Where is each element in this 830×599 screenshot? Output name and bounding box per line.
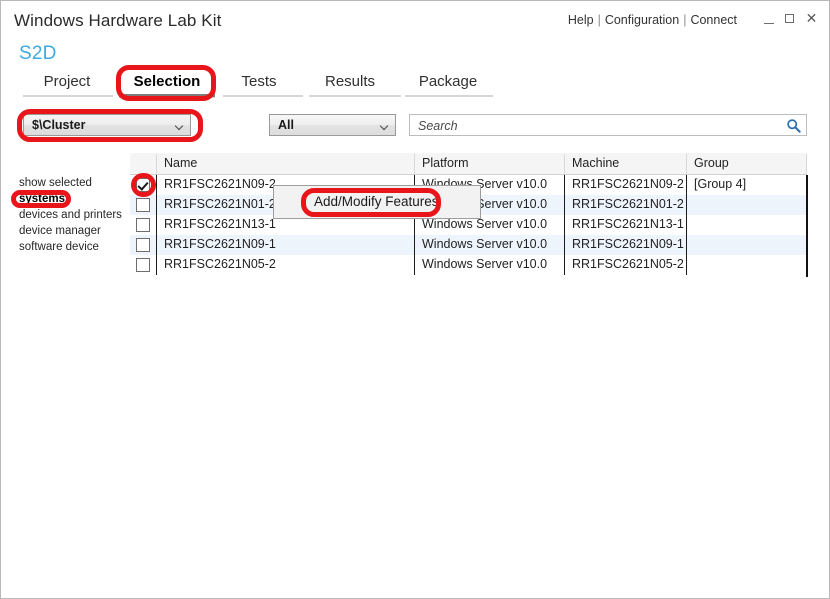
cluster-select[interactable]: $\Cluster (23, 114, 191, 136)
maximize-icon[interactable] (783, 12, 798, 26)
sidebar-item-device-manager[interactable]: device manager (1, 223, 129, 239)
configuration-link[interactable]: Configuration (605, 13, 679, 27)
tab-tests[interactable]: Tests (227, 73, 291, 90)
nav-separator-1: | (594, 13, 605, 27)
cell-name: RR1FSC2621N09-1 (157, 235, 415, 255)
chevron-down-icon (381, 123, 388, 127)
application-window: Windows Hardware Lab Kit Help|Configurat… (0, 0, 830, 599)
search-icon[interactable] (786, 118, 801, 133)
header-divider-3 (564, 154, 565, 174)
header-divider-2 (414, 154, 415, 174)
table-row[interactable]: RR1FSC2621N05-2 Windows Server v10.0 RR1… (130, 255, 807, 275)
title-bar: Windows Hardware Lab Kit Help|Configurat… (1, 1, 829, 43)
grid-header-platform[interactable]: Platform (415, 153, 565, 175)
header-divider-5 (806, 154, 807, 174)
filter-select[interactable]: All (269, 114, 396, 136)
cell-machine: RR1FSC2621N01-2 (565, 195, 687, 215)
tab-package[interactable]: Package (407, 73, 489, 90)
tab-underline-results (309, 95, 401, 97)
add-modify-features-menu[interactable]: Add/Modify Features (273, 185, 481, 219)
sidebar-item-software-device[interactable]: software device (1, 239, 129, 255)
cell-machine: RR1FSC2621N13-1 (565, 215, 687, 235)
cell-group (687, 235, 807, 255)
row-checkbox[interactable] (136, 258, 150, 272)
row-checkbox[interactable] (136, 238, 150, 252)
cell-group (687, 255, 807, 275)
app-title: Windows Hardware Lab Kit (14, 11, 221, 31)
grid-header-group[interactable]: Group (687, 153, 807, 175)
cluster-select-value: $\Cluster (32, 118, 86, 132)
header-divider-4 (686, 154, 687, 174)
row-checkbox[interactable] (136, 218, 150, 232)
grid-header-checkbox (130, 153, 157, 175)
tab-underline-selection (119, 94, 215, 97)
grid-header-machine[interactable]: Machine (565, 153, 687, 175)
nav-separator-2: | (679, 13, 690, 27)
sidebar-item-systems[interactable]: systems (1, 191, 129, 207)
window-controls: ✕ (762, 12, 819, 26)
cell-group (687, 195, 807, 215)
filter-select-value: All (278, 118, 294, 132)
sidebar: show selected systems devices and printe… (1, 175, 129, 255)
table-row[interactable]: RR1FSC2621N09-1 Windows Server v10.0 RR1… (130, 235, 807, 255)
minimize-icon[interactable] (762, 12, 777, 26)
tab-underline-package (405, 95, 493, 97)
row-checkbox[interactable] (136, 198, 150, 212)
header-divider-1 (156, 154, 157, 174)
chevron-down-icon (176, 123, 183, 127)
row-checkbox[interactable] (136, 178, 150, 192)
cell-machine: RR1FSC2621N09-2 (565, 175, 687, 195)
cell-group (687, 215, 807, 235)
help-link[interactable]: Help (568, 13, 594, 27)
search-input[interactable] (416, 115, 780, 137)
tab-underline-project (23, 95, 113, 97)
cell-platform: Windows Server v10.0 (415, 255, 565, 275)
grid-right-border (806, 175, 808, 277)
cell-group: [Group 4] (687, 175, 807, 195)
connect-link[interactable]: Connect (690, 13, 737, 27)
sidebar-item-devices-and-printers[interactable]: devices and printers (1, 207, 129, 223)
tab-selection[interactable]: Selection (121, 73, 213, 90)
cell-machine: RR1FSC2621N09-1 (565, 235, 687, 255)
search-box[interactable] (409, 114, 807, 136)
close-icon[interactable]: ✕ (804, 12, 819, 26)
cell-platform: Windows Server v10.0 (415, 235, 565, 255)
top-navigation: Help|Configuration|Connect (568, 13, 737, 27)
tab-results[interactable]: Results (311, 73, 389, 90)
cell-name: RR1FSC2621N05-2 (157, 255, 415, 275)
tab-project[interactable]: Project (31, 73, 103, 90)
grid-header-row: Name Platform Machine Group (130, 153, 807, 175)
tab-underline-tests (223, 95, 303, 97)
sidebar-item-show-selected[interactable]: show selected (1, 175, 129, 191)
tab-strip: Project Selection Tests Results Package (1, 73, 829, 101)
cell-machine: RR1FSC2621N05-2 (565, 255, 687, 275)
grid-header-name[interactable]: Name (157, 153, 415, 175)
add-modify-features-item[interactable]: Add/Modify Features (314, 194, 439, 209)
project-name: S2D (19, 43, 57, 65)
